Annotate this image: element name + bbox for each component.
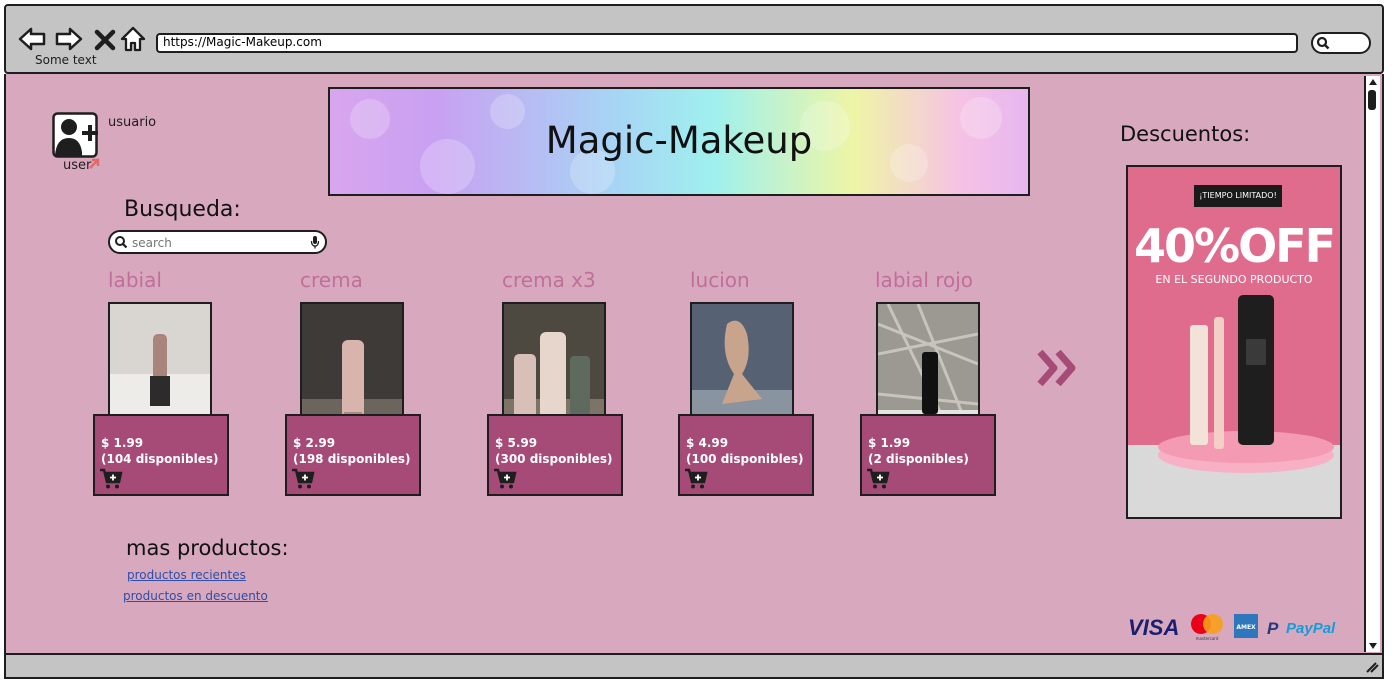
- product-price: $ 2.99: [293, 436, 336, 450]
- product-price: $ 1.99: [868, 436, 911, 450]
- site-title: Magic-Makeup: [545, 119, 813, 162]
- product-image-red-lipstick[interactable]: [876, 302, 980, 430]
- product-name[interactable]: labial rojo: [875, 268, 973, 292]
- promo-headline: 40%OFF: [1133, 219, 1336, 273]
- back-icon[interactable]: [17, 24, 47, 54]
- chevron-double-right-icon[interactable]: [1036, 346, 1080, 390]
- visa-logo: VISA: [1128, 615, 1179, 640]
- browser-search-field[interactable]: [1311, 32, 1371, 54]
- product-price: $ 5.99: [495, 436, 538, 450]
- resize-grip-icon[interactable]: [1365, 661, 1379, 673]
- product-card: $ 1.99 (104 disponibles): [93, 414, 229, 496]
- product-image-lipstick[interactable]: [108, 302, 212, 430]
- scrollbar-thumb[interactable]: [1368, 90, 1376, 110]
- product-price: $ 1.99: [101, 436, 144, 450]
- link-arrow-icon: [89, 158, 100, 169]
- recent-products-link[interactable]: productos recientes: [127, 568, 246, 582]
- close-icon[interactable]: [90, 24, 120, 54]
- discount-products-link[interactable]: productos en descuento: [123, 589, 268, 603]
- search-icon: [1316, 36, 1330, 50]
- product-card: $ 1.99 (2 disponibles): [860, 414, 996, 496]
- product-availability: (2 disponibles): [868, 452, 969, 466]
- svg-text:P: P: [1267, 619, 1279, 638]
- paypal-logo: P PayPal: [1267, 619, 1336, 638]
- product-card: $ 5.99 (300 disponibles): [487, 414, 623, 496]
- search-icon: [115, 236, 128, 249]
- svg-text:PayPal: PayPal: [1286, 620, 1336, 637]
- status-bar: [4, 653, 1384, 679]
- username-label: usuario: [108, 115, 157, 130]
- product-card: $ 2.99 (198 disponibles): [285, 414, 421, 496]
- product-availability: (100 disponibles): [686, 452, 804, 466]
- discounts-label: Descuentos:: [1120, 122, 1251, 146]
- scroll-down-icon[interactable]: [1368, 642, 1378, 650]
- product-card: $ 4.99 (100 disponibles): [678, 414, 814, 496]
- product-image-cream-set[interactable]: [502, 302, 606, 430]
- search-field[interactable]: [108, 230, 327, 254]
- payment-methods: VISA mastercard AMEX P PayPal: [1128, 614, 1336, 641]
- product-image-cream[interactable]: [300, 302, 404, 430]
- add-to-cart-icon[interactable]: [684, 468, 708, 490]
- product-availability: (198 disponibles): [293, 452, 411, 466]
- add-to-cart-icon[interactable]: [493, 468, 517, 490]
- search-input[interactable]: [130, 234, 304, 252]
- add-user-icon[interactable]: [52, 112, 98, 158]
- promo-subline: EN EL SEGUNDO PRODUCTO: [1155, 273, 1313, 286]
- product-name[interactable]: crema x3: [502, 268, 596, 292]
- product-availability: (104 disponibles): [101, 452, 219, 466]
- promo-badge: ¡TIEMPO LIMITADO!: [1194, 185, 1282, 207]
- add-to-cart-icon[interactable]: [291, 468, 315, 490]
- vertical-scrollbar[interactable]: [1364, 76, 1380, 652]
- product-name[interactable]: crema: [300, 268, 363, 292]
- home-icon[interactable]: [118, 24, 148, 54]
- url-bar[interactable]: https://Magic-Makeup.com: [156, 33, 1298, 53]
- search-label: Busqueda:: [124, 197, 241, 222]
- product-availability: (300 disponibles): [495, 452, 613, 466]
- add-to-cart-icon[interactable]: [99, 468, 123, 490]
- product-image-lotion[interactable]: [690, 302, 794, 430]
- microphone-icon[interactable]: [310, 235, 320, 249]
- status-text: Some text: [35, 53, 97, 67]
- add-to-cart-icon[interactable]: [866, 468, 890, 490]
- hero-banner: Magic-Makeup: [328, 87, 1030, 196]
- scroll-up-icon[interactable]: [1368, 78, 1378, 86]
- product-price: $ 4.99: [686, 436, 729, 450]
- product-name[interactable]: labial: [108, 268, 162, 292]
- svg-text:AMEX: AMEX: [1236, 624, 1256, 631]
- product-name[interactable]: lucion: [690, 268, 750, 292]
- promo-banner[interactable]: ¡TIEMPO LIMITADO! 40%OFF EN EL SEGUNDO P…: [1126, 165, 1342, 519]
- forward-icon[interactable]: [54, 24, 84, 54]
- svg-text:mastercard: mastercard: [1196, 636, 1219, 641]
- more-products-label: mas productos:: [126, 536, 289, 560]
- amex-logo: AMEX: [1234, 614, 1258, 638]
- mastercard-logo: mastercard: [1191, 614, 1223, 641]
- promo-products-image: [1158, 295, 1334, 473]
